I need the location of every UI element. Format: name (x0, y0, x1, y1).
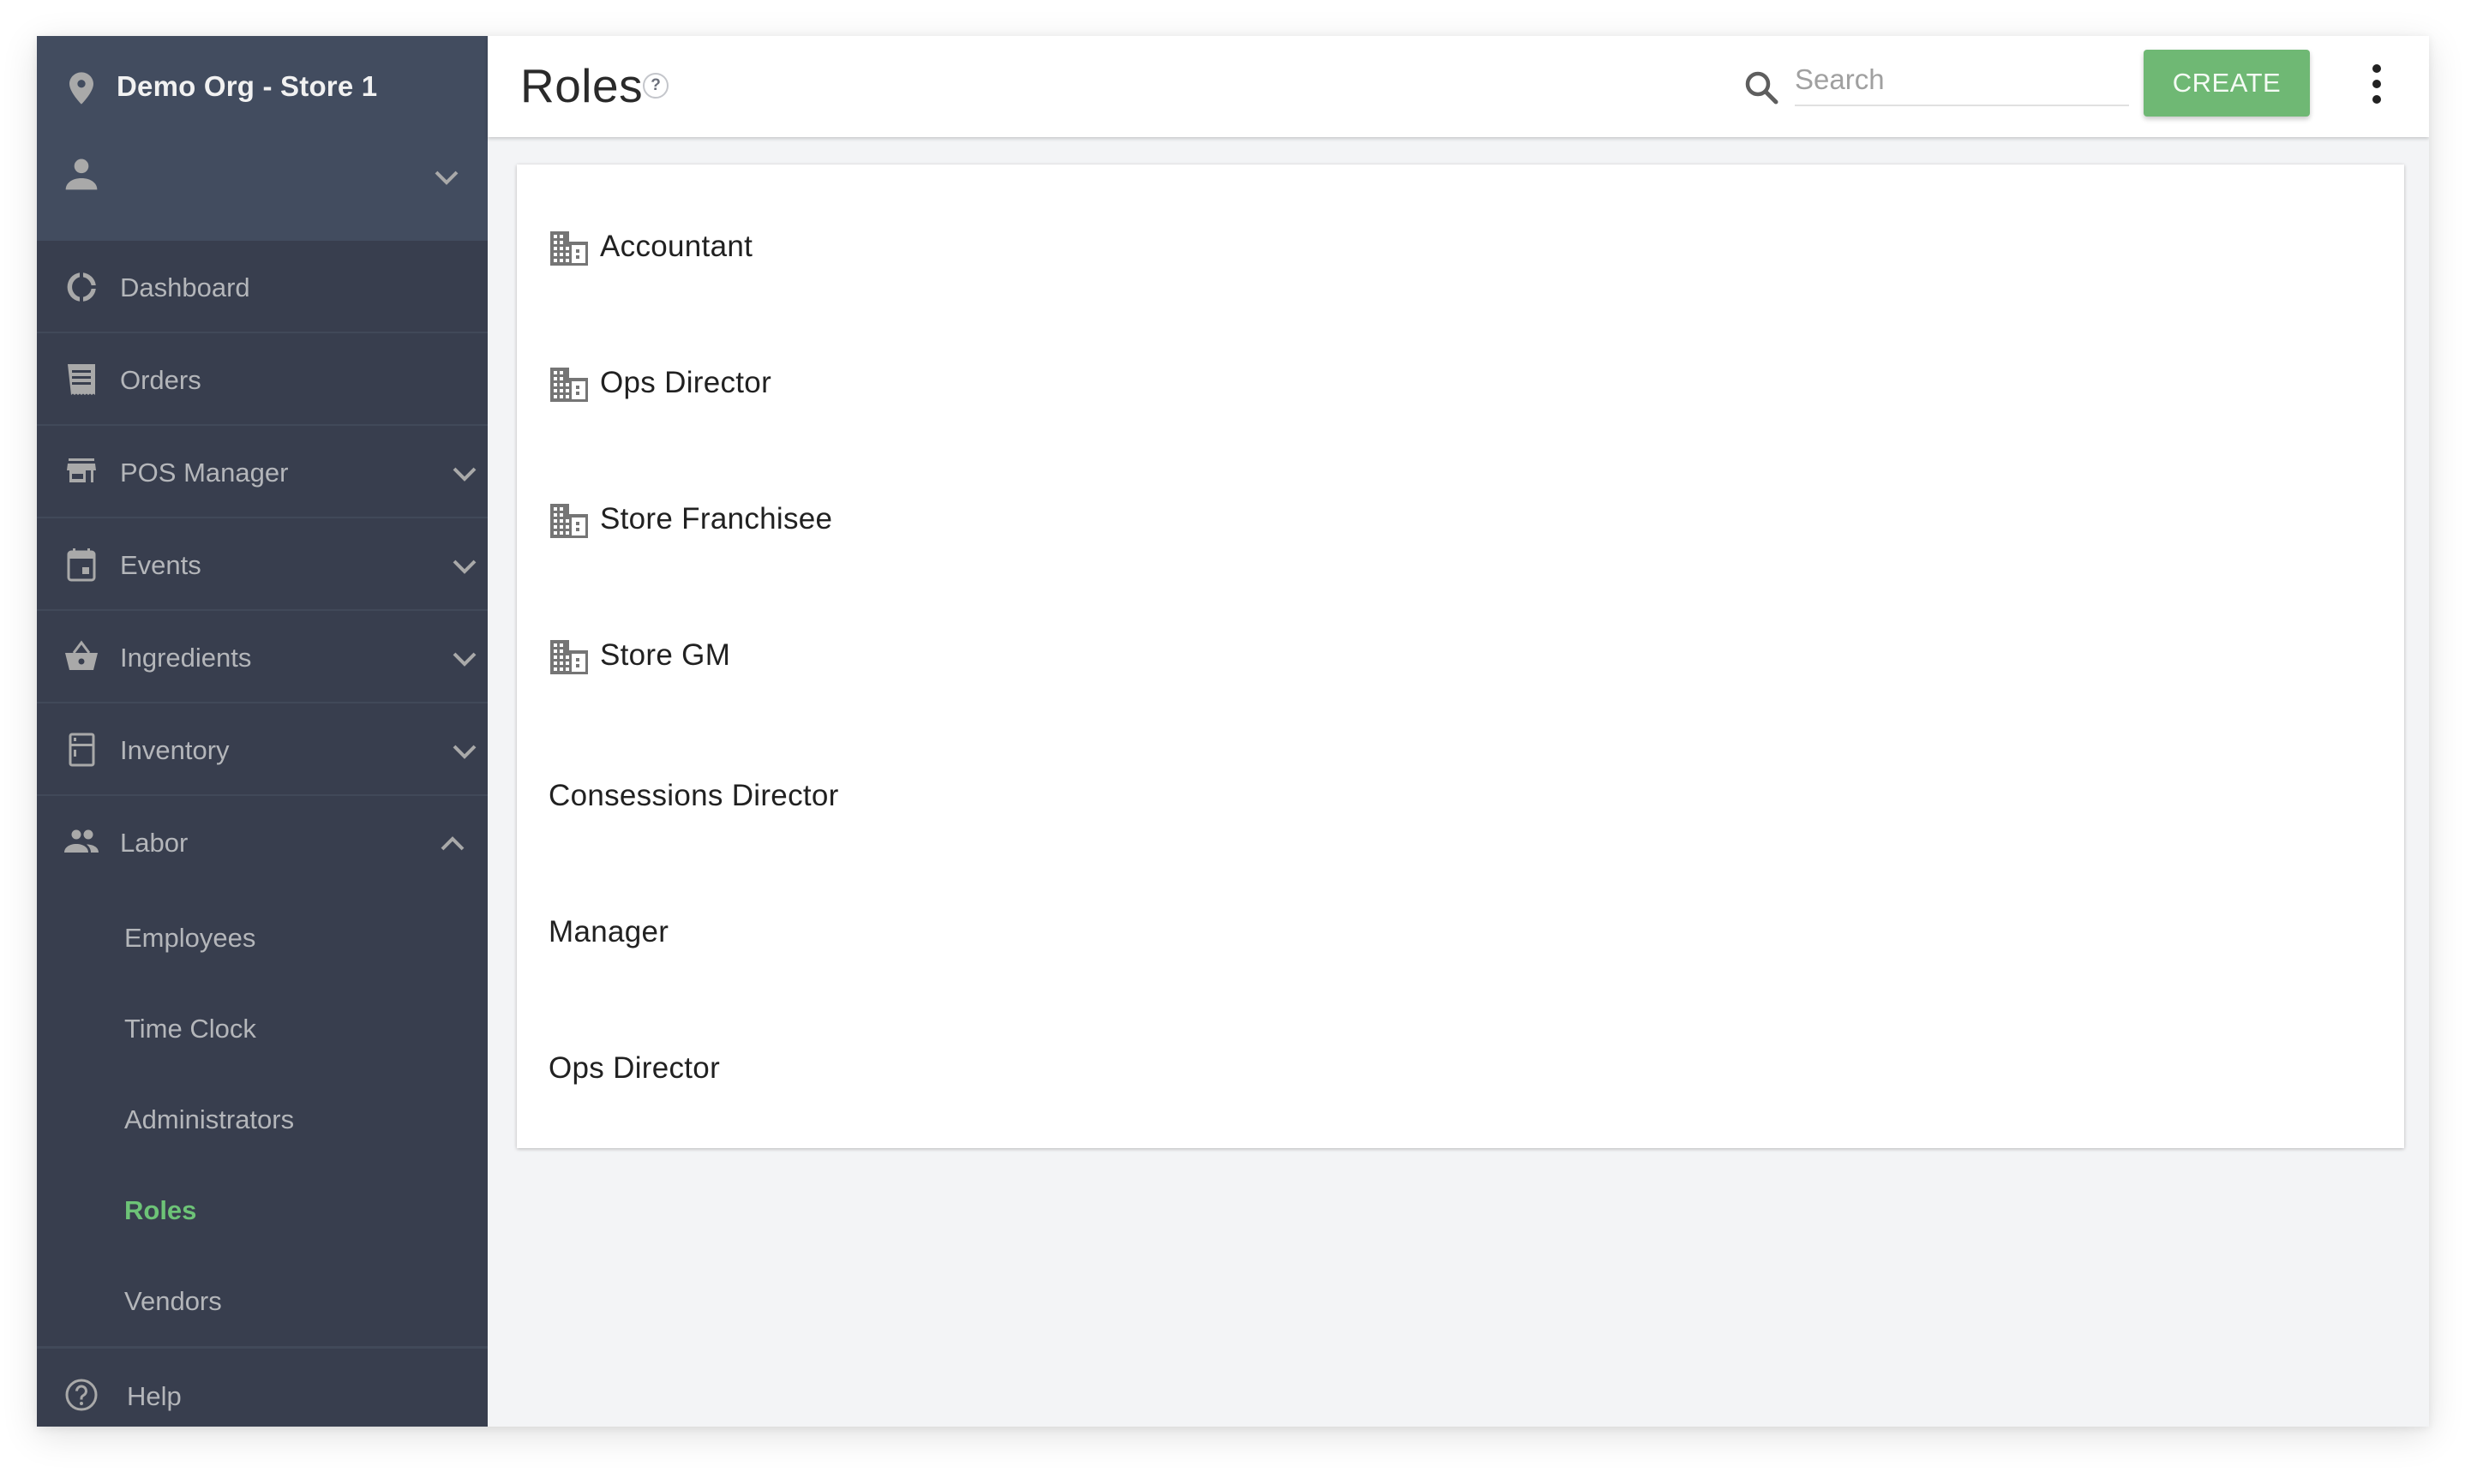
sidebar-item-label: Orders (120, 365, 201, 395)
role-name: Ops Director (549, 1051, 721, 1085)
role-row[interactable]: Store GM (517, 573, 2404, 709)
receipt-icon (68, 364, 95, 395)
sidebar-subitem-time-clock[interactable]: Time Clock (37, 983, 488, 1074)
role-name: Store Franchisee (600, 502, 833, 536)
sidebar-subitem-label: Time Clock (124, 1014, 256, 1044)
sidebar-item-dashboard[interactable]: Dashboard (37, 241, 488, 333)
sidebar-item-label: Inventory (120, 735, 230, 765)
role-row[interactable]: Ops Director (517, 301, 2404, 437)
role-name: Accountant (600, 230, 753, 263)
sidebar: Demo Org - Store 1 Dashboard Orders POS … (37, 36, 488, 1427)
sidebar-header: Demo Org - Store 1 (37, 36, 488, 241)
user-menu[interactable] (37, 137, 488, 241)
sidebar-item-orders[interactable]: Orders (37, 333, 488, 426)
role-row[interactable]: Manager (517, 850, 2404, 986)
sidebar-subitem-vendors[interactable]: Vendors (37, 1255, 488, 1346)
role-row[interactable]: Ops Director (517, 986, 2404, 1122)
dashboard-donut-icon (67, 272, 96, 302)
building-icon (550, 640, 588, 674)
chevron-down-icon (453, 467, 477, 482)
sidebar-subitem-roles[interactable]: Roles (37, 1164, 488, 1255)
sidebar-item-events[interactable]: Events (37, 518, 488, 611)
sidebar-item-help[interactable]: Help (37, 1349, 488, 1427)
sidebar-subitem-label: Roles (124, 1195, 197, 1225)
page-title: Roles (520, 59, 644, 112)
map-pin-icon (69, 72, 93, 105)
chevron-down-icon (453, 559, 477, 574)
building-icon (550, 368, 588, 402)
search-icon (1745, 71, 1778, 105)
role-name: Store GM (600, 638, 731, 672)
app-window: Demo Org - Store 1 Dashboard Orders POS … (37, 36, 2429, 1427)
storefront-icon (67, 458, 96, 482)
help-circle-icon (65, 1379, 98, 1411)
sidebar-subitem-administrators[interactable]: Administrators (37, 1074, 488, 1164)
chevron-up-icon (441, 836, 465, 851)
sidebar-item-label: Help (127, 1381, 182, 1411)
sidebar-item-label: Labor (120, 828, 189, 858)
roles-list: Accountant Ops Director Store Franchisee St… (517, 165, 2404, 1148)
sidebar-item-label: POS Manager (120, 458, 289, 488)
calendar-icon (67, 548, 96, 582)
building-icon (550, 504, 588, 538)
sidebar-item-labor[interactable]: Labor (37, 796, 488, 889)
people-icon (64, 829, 99, 853)
sidebar-subitem-label: Administrators (124, 1104, 295, 1134)
person-icon (65, 159, 98, 190)
chevron-down-icon (453, 652, 477, 667)
sidebar-subitem-label: Vendors (124, 1286, 222, 1316)
role-row[interactable]: Store Franchisee (517, 437, 2404, 573)
create-button[interactable]: CREATE (2144, 50, 2310, 117)
search-input[interactable] (1795, 48, 2129, 106)
sidebar-subitem-employees[interactable]: Employees (37, 892, 488, 983)
role-name: Manager (549, 915, 669, 948)
sidebar-nav: Dashboard Orders POS Manager Events Ingr… (37, 241, 488, 1427)
help-tooltip-icon[interactable]: ? (643, 73, 669, 99)
sidebar-item-inventory[interactable]: Inventory (37, 703, 488, 796)
org-name: Demo Org - Store 1 (117, 70, 378, 102)
labor-submenu: Employees Time Clock Administrators Role… (37, 889, 488, 1349)
role-row[interactable]: Accountant (517, 165, 2404, 301)
chevron-down-icon (453, 745, 477, 759)
role-name: Consessions Director (549, 779, 839, 812)
sidebar-subitem-label: Employees (124, 923, 256, 953)
basket-icon (65, 640, 98, 670)
kitchen-fridge-icon (69, 733, 95, 767)
more-vert-icon[interactable] (2365, 62, 2389, 106)
org-selector[interactable]: Demo Org - Store 1 (37, 36, 488, 137)
sidebar-item-label: Ingredients (120, 643, 252, 673)
sidebar-item-label: Events (120, 550, 201, 580)
role-name: Ops Director (600, 366, 772, 399)
building-icon (550, 231, 588, 266)
sidebar-item-pos-manager[interactable]: POS Manager (37, 426, 488, 518)
sidebar-item-label: Dashboard (120, 272, 250, 302)
role-row[interactable]: Consessions Director (517, 714, 2404, 850)
chevron-down-icon (435, 171, 459, 185)
page-header: Roles ? CREATE (488, 36, 2429, 137)
sidebar-item-ingredients[interactable]: Ingredients (37, 611, 488, 703)
